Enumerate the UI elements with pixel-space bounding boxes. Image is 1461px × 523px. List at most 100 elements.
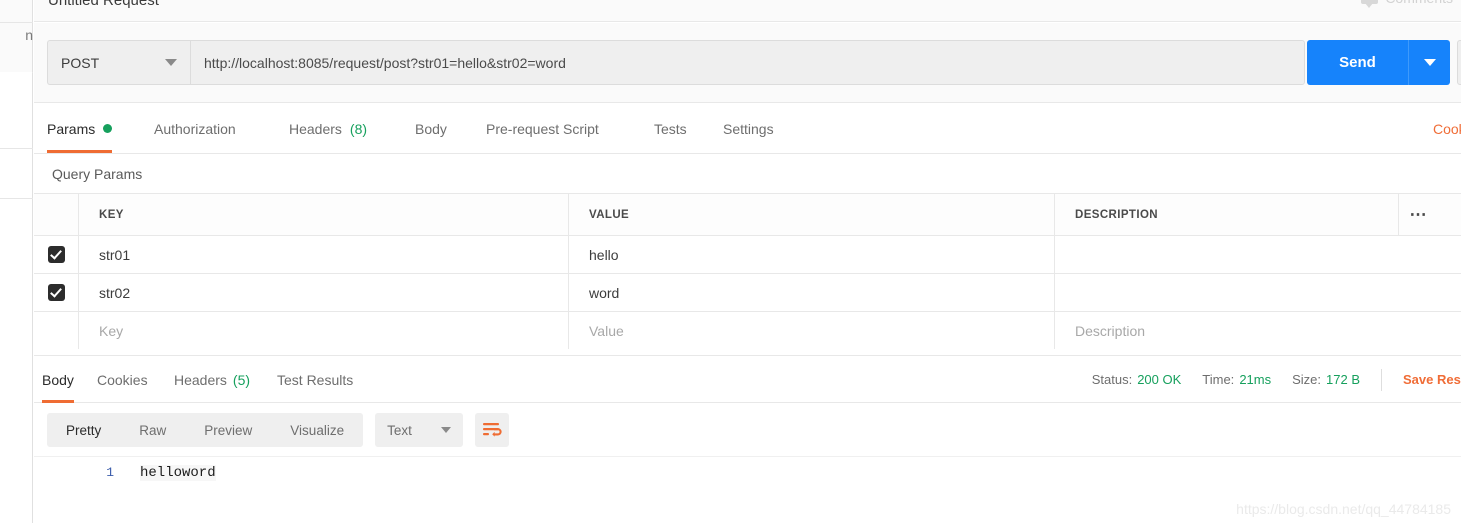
rail-partial-label: n — [25, 27, 33, 43]
http-method-label: POST — [61, 54, 100, 71]
time-metric: Time: 21ms — [1202, 372, 1271, 387]
word-wrap-icon — [483, 423, 502, 437]
rail-divider — [0, 22, 33, 23]
table-row: str02 word — [34, 273, 1461, 311]
response-meta: Status: 200 OK Time: 21ms Size: 172 B Save … — [1092, 356, 1461, 403]
response-code-line: 1 helloword — [34, 465, 216, 481]
word-wrap-button[interactable] — [475, 413, 510, 447]
tab-params[interactable]: Params — [47, 104, 113, 153]
chevron-down-icon — [441, 427, 452, 433]
row-checkbox-cell — [34, 236, 79, 273]
size-metric: Size: 172 B — [1292, 372, 1360, 387]
tab-headers-label: Headers — [289, 120, 342, 137]
params-modified-dot-icon — [103, 124, 113, 133]
rail-body — [0, 72, 32, 523]
time-label: Time: — [1202, 372, 1235, 387]
format-visualize-button[interactable]: Visualize — [271, 413, 363, 447]
row-checkbox-cell — [34, 274, 79, 311]
url-input[interactable] — [190, 40, 1305, 85]
ellipsis-horizontal-icon[interactable]: ⋯ — [1398, 194, 1439, 235]
response-tab-test-results-label: Test Results — [277, 371, 354, 388]
row-checkbox[interactable] — [47, 284, 65, 301]
size-label: Size: — [1292, 372, 1322, 387]
format-pretty-button[interactable]: Pretty — [47, 413, 120, 447]
response-tab-body-label: Body — [42, 371, 74, 388]
header-cell-select — [34, 194, 79, 235]
format-raw-button[interactable]: Raw — [120, 413, 185, 447]
tab-pre-request-script-label: Pre-request Script — [486, 120, 599, 137]
meta-divider — [1381, 368, 1382, 391]
query-params-heading: Query Params — [52, 166, 143, 182]
new-row-key-placeholder: Key — [99, 322, 124, 339]
status-metric: Status: 200 OK — [1092, 372, 1182, 387]
rail-divider — [0, 148, 33, 149]
row-key-cell[interactable]: str01 — [79, 236, 569, 273]
save-request-button[interactable]: Save — [1457, 40, 1461, 85]
status-label: Status: — [1091, 372, 1133, 387]
row-key-value: str01 — [99, 246, 131, 263]
row-value-cell[interactable]: hello — [569, 236, 1055, 273]
send-button[interactable]: Send — [1307, 40, 1408, 85]
time-value: 21ms — [1239, 372, 1272, 387]
tab-settings[interactable]: Settings — [723, 104, 774, 153]
request-tabs: Params Authorization Headers (8) Body Pr… — [34, 104, 1461, 154]
format-preview-button[interactable]: Preview — [185, 413, 271, 447]
row-checkbox[interactable] — [47, 246, 65, 263]
tab-headers-count: (8) — [349, 120, 368, 137]
table-row: str01 hello — [34, 235, 1461, 273]
chevron-down-icon — [1423, 59, 1436, 66]
response-tab-headers[interactable]: Headers (5) — [174, 356, 250, 403]
tab-authorization[interactable]: Authorization — [154, 104, 236, 153]
column-header-value: VALUE — [569, 194, 1055, 235]
response-body-text[interactable]: helloword — [140, 465, 216, 481]
left-sidebar-sliver: n — [0, 0, 33, 523]
request-workspace: Untitled Request Comments POST Send Save… — [34, 0, 1461, 523]
row-value-value: word — [589, 284, 620, 301]
row-key-cell[interactable]: str02 — [79, 274, 569, 311]
column-header-key: KEY — [79, 194, 569, 235]
response-tab-headers-label: Headers — [174, 371, 227, 388]
tab-tests[interactable]: Tests — [654, 104, 687, 153]
tab-pre-request-script[interactable]: Pre-request Script — [486, 104, 599, 153]
save-response-button[interactable]: Save Response — [1403, 372, 1461, 387]
tab-params-label: Params — [47, 120, 96, 137]
url-bar-row: POST Send Save — [34, 23, 1461, 103]
comments-button[interactable]: Comments — [1361, 0, 1453, 8]
row-description-cell[interactable] — [1055, 274, 1461, 311]
response-tab-cookies-label: Cookies — [97, 371, 148, 388]
send-options-button[interactable] — [1408, 40, 1450, 85]
request-title-bar: Untitled Request Comments — [34, 0, 1461, 22]
response-tab-body[interactable]: Body — [42, 356, 74, 403]
active-tab-underline — [47, 150, 113, 153]
rail-divider — [0, 198, 33, 199]
size-value: 172 B — [1326, 372, 1360, 387]
column-header-description: DESCRIPTION ⋯ — [1055, 194, 1461, 235]
response-body-panel: 1 helloword https://blog.csdn.net/qq_447… — [34, 456, 1461, 523]
row-key-value: str02 — [99, 284, 131, 301]
new-row-key-cell[interactable]: Key — [79, 312, 569, 349]
new-row-checkbox-cell — [34, 312, 79, 349]
new-row-description-placeholder: Description — [1075, 322, 1146, 339]
cookies-link[interactable]: Cookies — [1433, 104, 1461, 153]
watermark-text: https://blog.csdn.net/qq_44784185 — [1236, 501, 1451, 517]
page-title: Untitled Request — [48, 0, 159, 9]
tab-headers[interactable]: Headers (8) — [289, 104, 367, 153]
new-row-value-cell[interactable]: Value — [569, 312, 1055, 349]
query-params-table: KEY VALUE DESCRIPTION ⋯ str01 hello str0… — [34, 193, 1461, 349]
row-description-cell[interactable] — [1055, 236, 1461, 273]
table-header-row: KEY VALUE DESCRIPTION ⋯ — [34, 193, 1461, 235]
http-method-select[interactable]: POST — [47, 40, 190, 85]
response-tabs: Body Cookies Headers (5) Test Results St… — [34, 355, 1461, 403]
row-value-value: hello — [589, 246, 619, 263]
new-row-description-cell[interactable]: Description — [1055, 312, 1461, 349]
row-value-cell[interactable]: word — [569, 274, 1055, 311]
response-tab-cookies[interactable]: Cookies — [97, 356, 148, 403]
response-type-select[interactable]: Text — [375, 413, 464, 447]
response-tab-test-results[interactable]: Test Results — [277, 356, 353, 403]
comments-label: Comments — [1385, 0, 1453, 6]
table-new-row: Key Value Description — [34, 311, 1461, 349]
active-tab-underline — [42, 400, 74, 403]
response-type-label: Text — [387, 422, 412, 438]
response-format-group: Pretty Raw Preview Visualize — [47, 413, 364, 447]
tab-body[interactable]: Body — [415, 104, 447, 153]
